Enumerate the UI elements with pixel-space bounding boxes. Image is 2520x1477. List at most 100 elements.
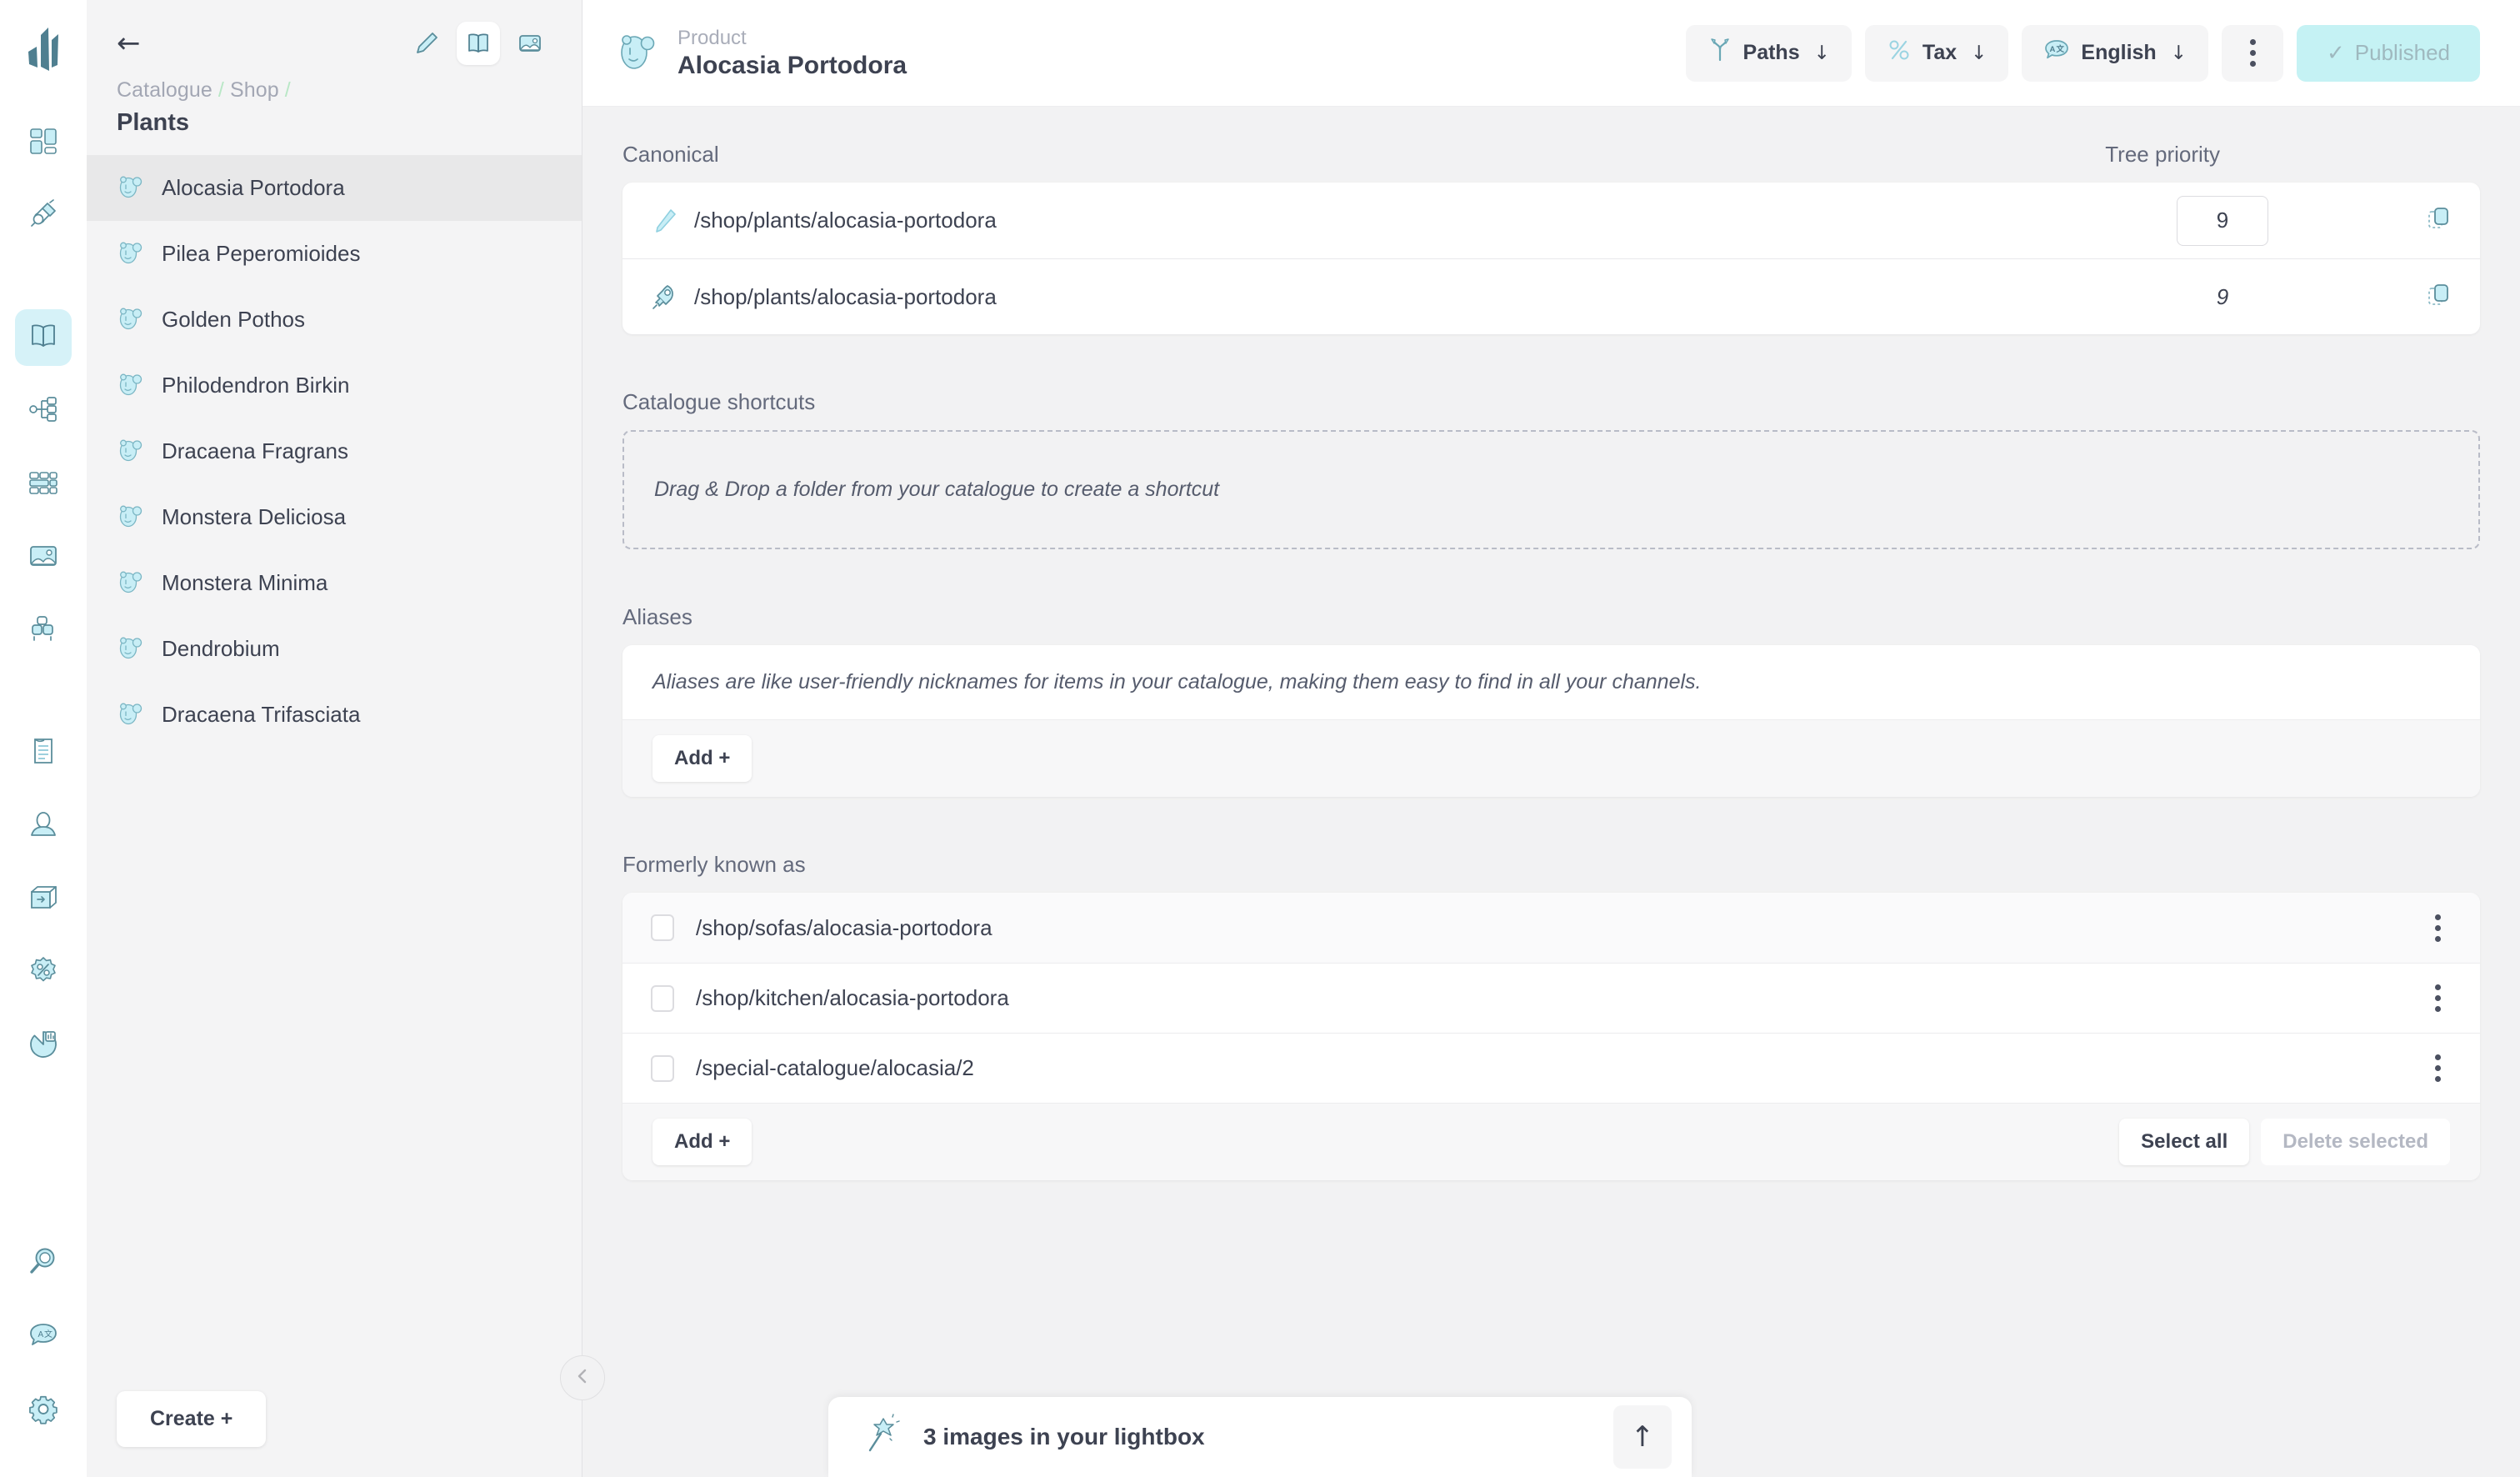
product-avatar-icon — [117, 698, 145, 731]
plant-list-item[interactable]: Philodendron Birkin — [87, 353, 582, 418]
crystallize-logo[interactable] — [24, 23, 62, 78]
sidebar-item-search[interactable] — [15, 1235, 72, 1292]
breadcrumb-separator: / — [284, 78, 291, 102]
formerly-row-menu-button[interactable] — [2423, 984, 2452, 1012]
formerly-footer: Add + Select all Delete selected — [622, 1103, 2480, 1180]
delete-selected-button[interactable]: Delete selected — [2261, 1119, 2450, 1165]
book-icon[interactable] — [457, 22, 500, 65]
plant-list-item-label: Pilea Peperomioides — [162, 241, 361, 266]
rail-group-top — [15, 114, 72, 261]
sidebar-item-catalogue[interactable] — [15, 309, 72, 366]
more-options-button[interactable] — [2222, 24, 2283, 82]
sidebar-item-orders[interactable] — [15, 871, 72, 928]
plant-list-item[interactable]: Monstera Minima — [87, 550, 582, 616]
customer-icon — [28, 809, 59, 844]
aliases-card: Aliases are like user-friendly nicknames… — [622, 645, 2480, 797]
gear-icon — [28, 1393, 59, 1429]
sidebar-item-settings[interactable] — [15, 1382, 72, 1439]
paths-button-label: Paths — [1742, 41, 1800, 64]
formerly-row-checkbox[interactable] — [651, 1054, 674, 1082]
plant-list-item[interactable]: Golden Pothos — [87, 287, 582, 353]
create-button[interactable]: Create + — [117, 1391, 267, 1447]
published-status-button[interactable]: ✓ Published — [2297, 24, 2480, 82]
sidebar-item-media[interactable] — [15, 529, 72, 586]
breadcrumb-item-shop[interactable]: Shop — [230, 78, 279, 102]
copy-icon — [2425, 205, 2452, 236]
canonical-section-header: Canonical Tree priority — [622, 142, 2480, 168]
plant-list-item[interactable]: Alocasia Portodora — [87, 155, 582, 221]
pencil-icon[interactable] — [405, 22, 448, 65]
canonical-title: Canonical — [622, 142, 719, 167]
tree-priority-cell — [2085, 195, 2360, 246]
canonical-row[interactable]: /shop/plants/alocasia-portodora 9 — [622, 258, 2480, 334]
rocket-icon — [651, 283, 688, 311]
lightbox-expand-button[interactable]: ↑ — [1613, 1405, 1672, 1469]
language-button[interactable]: A 文 English ↓ — [2022, 24, 2208, 82]
arrow-up-icon: ↑ — [1630, 1420, 1655, 1454]
breadcrumb-separator: / — [218, 78, 224, 102]
rail-group-bottom: A 文 — [15, 1235, 72, 1455]
product-avatar-icon — [117, 172, 145, 204]
sidebar-item-documents[interactable] — [15, 724, 72, 781]
sidebar-item-analytics[interactable] — [15, 1018, 72, 1074]
add-formerly-button[interactable]: Add + — [652, 1119, 752, 1165]
language-button-label: English — [2081, 41, 2157, 64]
formerly-row[interactable]: /special-catalogue/alocasia/2 — [622, 1033, 2480, 1103]
product-avatar-icon — [117, 501, 145, 533]
shortcuts-dropzone[interactable]: Drag & Drop a folder from your catalogue… — [622, 430, 2480, 549]
chevron-down-icon: ↓ — [1813, 42, 1830, 64]
sidebar-item-customers[interactable] — [15, 798, 72, 854]
sidebar-item-dashboard[interactable] — [15, 114, 72, 171]
tax-button-label: Tax — [1922, 41, 1958, 64]
aliases-hint: Aliases are like user-friendly nicknames… — [622, 645, 2480, 719]
formerly-row-checkbox[interactable] — [651, 914, 674, 941]
create-button-wrap: Create + — [87, 1391, 582, 1477]
image-icon[interactable] — [508, 22, 552, 65]
copy-path-button[interactable] — [2360, 282, 2452, 313]
sidebar-item-discounts[interactable] — [15, 944, 72, 1001]
breadcrumb-item-catalogue[interactable]: Catalogue — [117, 78, 212, 102]
formerly-card: /shop/sofas/alocasia-portodora /shop/kit… — [622, 893, 2480, 1180]
sidebar-item-shapes[interactable] — [15, 603, 72, 659]
chevron-left-icon — [573, 1367, 592, 1389]
formerly-row-menu-button[interactable] — [2423, 1054, 2452, 1082]
formerly-row[interactable]: /shop/kitchen/alocasia-portodora — [622, 963, 2480, 1033]
plant-list: Alocasia Portodora Pilea Peperomioides G… — [87, 155, 582, 1391]
formerly-row-path: /shop/sofas/alocasia-portodora — [696, 914, 992, 940]
collapse-panel-button[interactable] — [560, 1355, 605, 1400]
plant-list-item[interactable]: Monstera Deliciosa — [87, 484, 582, 550]
translate-icon: A 文 — [28, 1319, 59, 1355]
select-all-button[interactable]: Select all — [2119, 1119, 2250, 1165]
plant-list-item[interactable]: Pilea Peperomioides — [87, 221, 582, 287]
copy-path-button[interactable] — [2360, 205, 2452, 236]
back-arrow-icon[interactable]: ← — [117, 29, 141, 58]
plant-list-item[interactable]: Dracaena Trifasciata — [87, 682, 582, 748]
product-avatar-icon — [117, 435, 145, 468]
formerly-row-path: /shop/kitchen/alocasia-portodora — [696, 985, 1009, 1010]
sidebar-item-integrations[interactable] — [15, 188, 72, 244]
canonical-row[interactable]: /shop/plants/alocasia-portodora — [622, 183, 2480, 258]
formerly-row[interactable]: /shop/sofas/alocasia-portodora — [622, 893, 2480, 963]
plant-list-item-label: Monstera Deliciosa — [162, 504, 347, 529]
sidebar-item-translate[interactable]: A 文 — [15, 1309, 72, 1365]
plant-list-item-label: Alocasia Portodora — [162, 175, 345, 200]
formerly-row-checkbox[interactable] — [651, 984, 674, 1012]
plant-list-item[interactable]: Dendrobium — [87, 616, 582, 682]
tree-priority-input[interactable] — [2177, 195, 2268, 246]
panel-view-tools — [405, 22, 552, 65]
formerly-row-menu-button[interactable] — [2423, 914, 2452, 942]
product-avatar-icon — [117, 567, 145, 599]
plant-list-item-label: Dracaena Trifasciata — [162, 702, 361, 727]
translate-icon: A 文 — [2043, 37, 2070, 69]
paths-button[interactable]: Paths ↓ — [1685, 24, 1852, 82]
discount-icon — [28, 955, 59, 991]
canonical-path: /shop/plants/alocasia-portodora — [694, 208, 997, 233]
tax-button[interactable]: Tax ↓ — [1864, 24, 2009, 82]
search-icon — [28, 1246, 59, 1282]
plant-list-item[interactable]: Dracaena Fragrans — [87, 418, 582, 484]
sidebar-item-layouts[interactable] — [15, 456, 72, 513]
tree-priority-column-title: Tree priority — [2105, 142, 2220, 167]
formerly-row-path: /special-catalogue/alocasia/2 — [696, 1055, 974, 1080]
add-alias-button[interactable]: Add + — [652, 735, 752, 782]
sidebar-item-topics[interactable] — [15, 383, 72, 439]
